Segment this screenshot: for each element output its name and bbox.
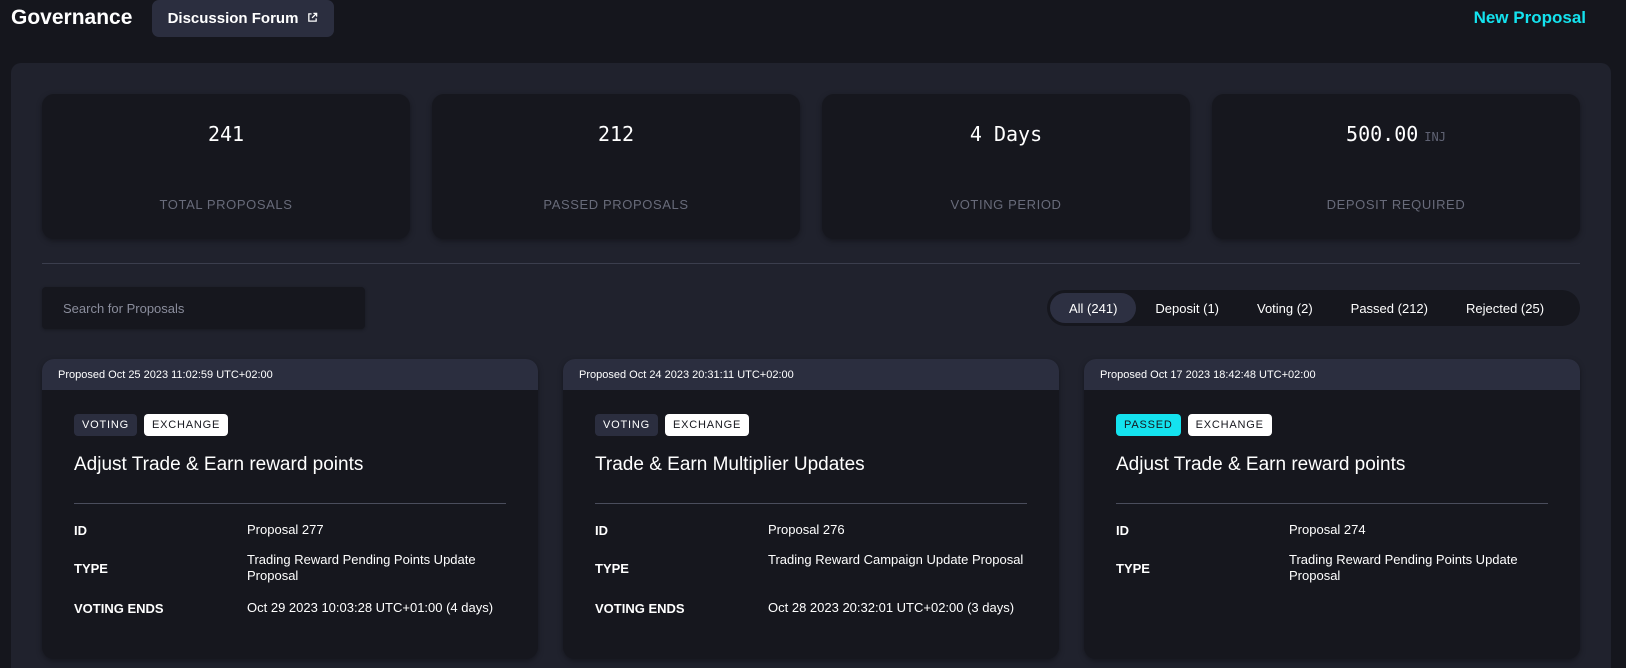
proposal-date: Proposed Oct 24 2023 20:31:11 UTC+02:00 <box>563 359 1059 390</box>
stat-value: 212 <box>597 122 635 146</box>
governance-panel: 241 TOTAL PROPOSALS 212 PASSED PROPOSALS… <box>11 63 1611 668</box>
card-divider <box>1116 503 1548 504</box>
type-value: Trading Reward Campaign Update Proposal <box>768 552 1024 567</box>
proposal-title: Adjust Trade & Earn reward points <box>74 454 364 475</box>
stats-row: 241 TOTAL PROPOSALS 212 PASSED PROPOSALS… <box>42 94 1580 239</box>
proposal-card[interactable]: Proposed Oct 24 2023 20:31:11 UTC+02:00 … <box>563 359 1059 659</box>
stat-value: 4 Days <box>969 122 1043 146</box>
type-label: TYPE <box>595 561 629 576</box>
id-value: Proposal 276 <box>768 522 845 537</box>
proposal-badges: PASSED EXCHANGE <box>1116 414 1272 436</box>
type-label: TYPE <box>74 561 108 576</box>
voting-ends-value: Oct 29 2023 10:03:28 UTC+01:00 (4 days) <box>247 600 494 615</box>
type-value: Trading Reward Pending Points Update Pro… <box>1289 552 1518 583</box>
search-input[interactable] <box>42 287 365 329</box>
discussion-forum-label: Discussion Forum <box>167 10 299 27</box>
tab-rejected[interactable]: Rejected (25) <box>1447 293 1563 323</box>
stat-voting-period: 4 Days VOTING PERIOD <box>822 94 1190 239</box>
proposal-cards: Proposed Oct 25 2023 11:02:59 UTC+02:00 … <box>42 359 1580 659</box>
proposal-badges: VOTING EXCHANGE <box>595 414 750 436</box>
stat-label: VOTING PERIOD <box>950 197 1062 212</box>
status-filter-tabs: All (241) Deposit (1) Voting (2) Passed … <box>1047 290 1580 326</box>
top-bar: Governance Discussion Forum New Proposal <box>0 0 1626 52</box>
id-label: ID <box>1116 523 1129 538</box>
section-divider <box>42 263 1580 264</box>
page-title: Governance <box>11 6 133 29</box>
id-label: ID <box>74 523 87 538</box>
stat-total-proposals: 241 TOTAL PROPOSALS <box>42 94 410 239</box>
category-badge: EXCHANGE <box>664 414 750 436</box>
new-proposal-button[interactable]: New Proposal <box>1474 8 1586 28</box>
tab-voting[interactable]: Voting (2) <box>1238 293 1332 323</box>
proposal-date: Proposed Oct 25 2023 11:02:59 UTC+02:00 <box>42 359 538 390</box>
stat-deposit-required: 500.00 INJ DEPOSIT REQUIRED <box>1212 94 1580 239</box>
card-divider <box>595 503 1027 504</box>
voting-ends-label: VOTING ENDS <box>74 601 164 616</box>
stat-value: 500.00 INJ <box>1346 122 1446 146</box>
proposal-card[interactable]: Proposed Oct 17 2023 18:42:48 UTC+02:00 … <box>1084 359 1580 659</box>
type-value: Trading Reward Pending Points Update Pro… <box>247 552 476 583</box>
stat-label: PASSED PROPOSALS <box>543 197 689 212</box>
tab-deposit[interactable]: Deposit (1) <box>1136 293 1238 323</box>
status-badge: VOTING <box>74 414 137 436</box>
tab-passed[interactable]: Passed (212) <box>1332 293 1447 323</box>
proposal-date: Proposed Oct 17 2023 18:42:48 UTC+02:00 <box>1084 359 1580 390</box>
external-link-icon <box>307 10 318 27</box>
type-label: TYPE <box>1116 561 1150 576</box>
voting-ends-label: VOTING ENDS <box>595 601 685 616</box>
proposal-card[interactable]: Proposed Oct 25 2023 11:02:59 UTC+02:00 … <box>42 359 538 659</box>
proposal-badges: VOTING EXCHANGE <box>74 414 229 436</box>
stat-passed-proposals: 212 PASSED PROPOSALS <box>432 94 800 239</box>
id-value: Proposal 274 <box>1289 522 1366 537</box>
status-badge: VOTING <box>595 414 658 436</box>
category-badge: EXCHANGE <box>1187 414 1272 436</box>
stat-label: TOTAL PROPOSALS <box>159 197 293 212</box>
proposal-title: Adjust Trade & Earn reward points <box>1116 454 1406 475</box>
stat-value: 241 <box>207 122 245 146</box>
status-badge: PASSED <box>1116 414 1181 436</box>
id-value: Proposal 277 <box>247 522 324 537</box>
discussion-forum-button[interactable]: Discussion Forum <box>152 0 334 37</box>
proposal-title: Trade & Earn Multiplier Updates <box>595 454 865 475</box>
voting-ends-value: Oct 28 2023 20:32:01 UTC+02:00 (3 days) <box>768 600 1015 615</box>
stat-label: DEPOSIT REQUIRED <box>1326 197 1466 212</box>
id-label: ID <box>595 523 608 538</box>
stat-unit: INJ <box>1424 130 1446 144</box>
card-divider <box>74 503 506 504</box>
category-badge: EXCHANGE <box>143 414 229 436</box>
tab-all[interactable]: All (241) <box>1050 293 1137 323</box>
